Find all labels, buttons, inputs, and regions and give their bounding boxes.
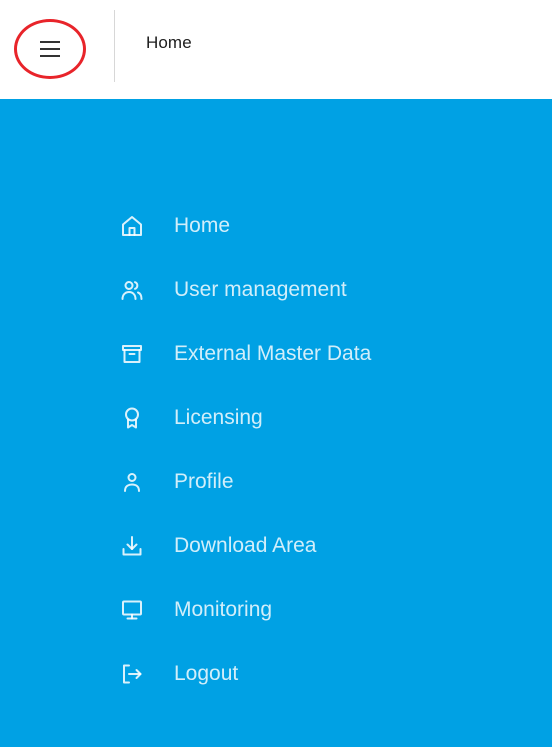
- hamburger-menu-icon: [38, 40, 62, 58]
- sidebar-nav: Home User management External Master Dat…: [118, 99, 371, 706]
- sidebar-item-label: Monitoring: [174, 598, 273, 621]
- sidebar-item-label: Logout: [174, 662, 239, 685]
- sidebar-item-home[interactable]: Home: [118, 194, 371, 258]
- sidebar-item-label: User management: [174, 278, 347, 301]
- sidebar-item-download-area[interactable]: Download Area: [118, 514, 371, 578]
- archive-box-icon: [118, 340, 146, 368]
- sidebar-item-logout[interactable]: Logout: [118, 642, 371, 706]
- monitor-icon: [118, 596, 146, 624]
- sidebar-item-monitoring[interactable]: Monitoring: [118, 578, 371, 642]
- page-title: Home: [146, 33, 192, 52]
- sidebar-item-user-management[interactable]: User management: [118, 258, 371, 322]
- sidebar-item-label: Licensing: [174, 406, 263, 429]
- hamburger-menu-button[interactable]: [14, 19, 86, 79]
- sidebar-item-label: Home: [174, 214, 231, 237]
- sidebar-item-profile[interactable]: Profile: [118, 450, 371, 514]
- download-icon: [118, 532, 146, 560]
- top-bar: Home: [0, 0, 552, 99]
- sidebar-item-external-master-data[interactable]: External Master Data: [118, 322, 371, 386]
- logout-icon: [118, 660, 146, 688]
- home-icon: [118, 212, 146, 240]
- header-divider: [114, 10, 115, 82]
- sidebar-item-label: Download Area: [174, 534, 317, 557]
- users-icon: [118, 276, 146, 304]
- sidebar-item-label: External Master Data: [174, 342, 372, 365]
- sidebar-item-label: Profile: [174, 470, 234, 493]
- sidebar-item-licensing[interactable]: Licensing: [118, 386, 371, 450]
- user-icon: [118, 468, 146, 496]
- award-ribbon-icon: [118, 404, 146, 432]
